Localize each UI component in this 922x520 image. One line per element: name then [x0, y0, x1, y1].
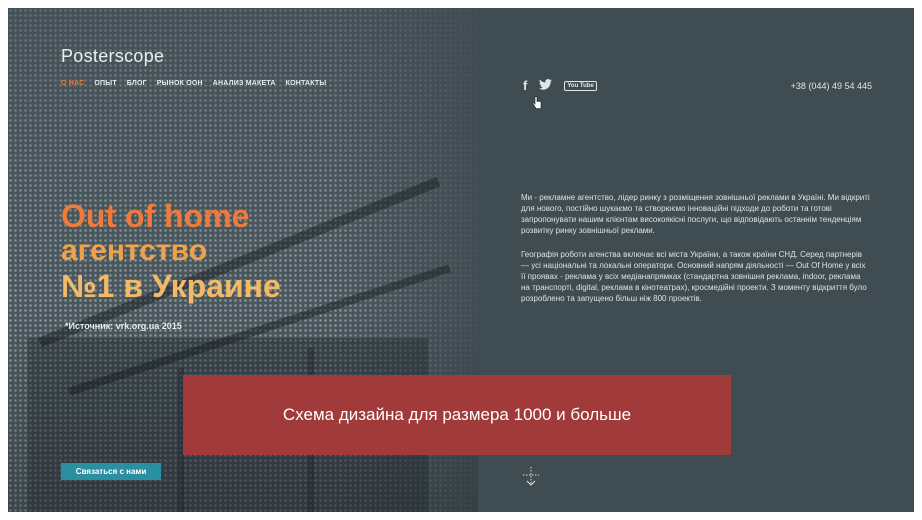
nav-item-about[interactable]: О НАС: [61, 80, 84, 87]
nav-item-market[interactable]: РЫНОК ООН: [157, 80, 203, 87]
twitter-icon[interactable]: [539, 78, 553, 93]
nav-item-contacts[interactable]: КОНТАКТЫ: [286, 80, 327, 87]
about-text: Ми - рекламне агентство, лідер ринку з р…: [521, 192, 871, 317]
hero-line-2: агентство: [61, 234, 208, 267]
phone-number[interactable]: +38 (044) 49 54 445: [791, 81, 872, 91]
design-scheme-banner: Схема дизайна для размера 1000 и больше: [183, 375, 731, 455]
social-links: f You Tube: [523, 78, 597, 93]
about-paragraph-2: Географія роботи агенства включає всі мі…: [521, 250, 867, 303]
facebook-icon[interactable]: f: [523, 78, 527, 93]
scroll-down-icon[interactable]: [521, 466, 541, 486]
banner-text: Схема дизайна для размера 1000 и больше: [282, 405, 632, 424]
hero-line-3: №1 в Украине: [61, 268, 281, 304]
contact-us-button[interactable]: Связаться с нами: [61, 463, 161, 480]
main-nav: О НАС ОПЫТ БЛОГ РЫНОК ООН АНАЛИЗ МАКЕТА …: [61, 80, 326, 87]
nav-item-experience[interactable]: ОПЫТ: [94, 80, 116, 87]
logo[interactable]: Posterscope: [61, 46, 164, 67]
hero-line-1: Out of home: [61, 198, 250, 234]
nav-item-layout-analysis[interactable]: АНАЛИЗ МАКЕТА: [213, 80, 276, 87]
about-paragraph-1: Ми - рекламне агентство, лідер ринку з р…: [521, 193, 870, 235]
hero-headline: Out of home агентство №1 в Украине: [61, 198, 281, 304]
youtube-icon[interactable]: You Tube: [564, 80, 597, 91]
hero-source-note: *Источник: vrk.org.ua 2015: [65, 321, 182, 331]
hand-cursor-icon: [532, 96, 542, 109]
nav-item-blog[interactable]: БЛОГ: [127, 80, 147, 87]
